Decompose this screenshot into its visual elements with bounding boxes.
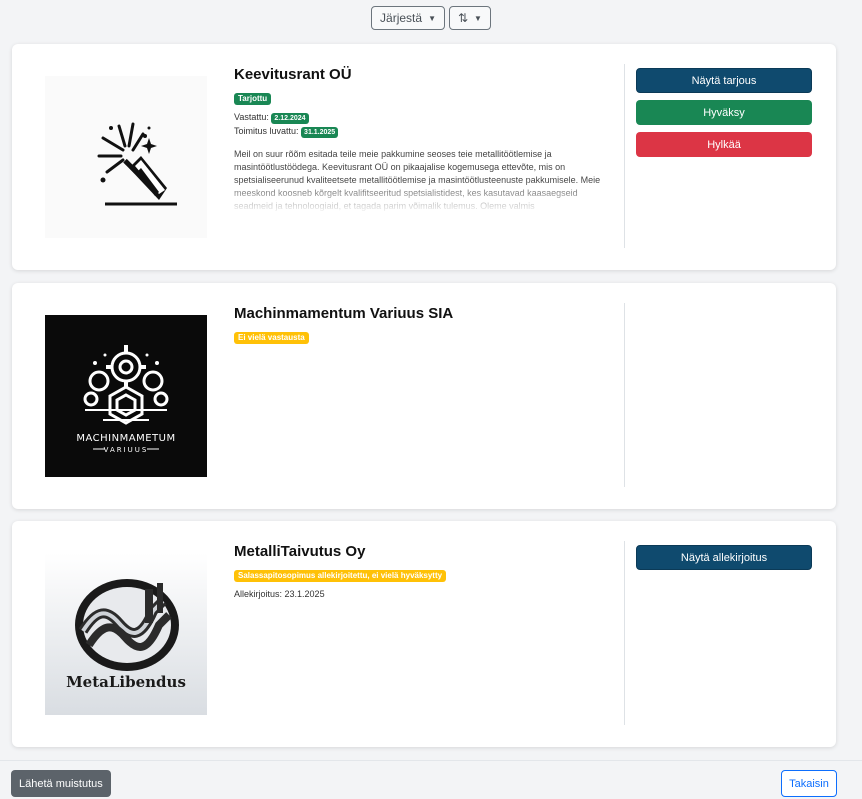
logo-text: MetaLibendus xyxy=(66,673,186,691)
logo-subtext: VARIUUS xyxy=(104,446,149,454)
company-logo: MetaLibendus xyxy=(45,553,207,715)
card-divider xyxy=(624,541,625,725)
offer-meta: Vastattu: 2.12.2024 Toimitus luvattu: 31… xyxy=(234,110,606,138)
sort-arrows-icon: ⇅ xyxy=(457,11,469,25)
page: Järjestä ▼ ⇅ ▼ Keevitusrant OÜ Tarjottu … xyxy=(0,0,862,799)
card-body: Machinmamentum Variuus SIA Ei vielä vast… xyxy=(234,305,606,345)
card-body: Keevitusrant OÜ Tarjottu Vastattu: 2.12.… xyxy=(234,66,606,214)
caret-down-icon: ▼ xyxy=(428,13,436,23)
footer-divider xyxy=(0,760,862,761)
company-logo: MACHINMAMETUM VARIUUS xyxy=(45,315,207,477)
signed-meta: Allekirjoitus: 23.1.2025 xyxy=(234,587,606,601)
caret-down-icon: ▼ xyxy=(474,13,482,23)
sort-label: Järjestä xyxy=(380,11,423,25)
sort-dropdown-button[interactable]: Järjestä ▼ xyxy=(371,6,445,30)
offer-card: MetaLibendus MetalliTaivutus Oy Salassap… xyxy=(12,521,836,747)
card-actions: Näytä tarjous Hyväksy Hylkää xyxy=(636,68,812,157)
offer-description: Meil on suur rõõm esitada teile meie pak… xyxy=(234,148,606,214)
company-name: Keevitusrant OÜ xyxy=(234,66,352,83)
signed-label: Allekirjoitus: xyxy=(234,589,283,599)
signed-date: 23.1.2025 xyxy=(284,589,325,599)
back-button[interactable]: Takaisin xyxy=(781,770,837,797)
delivery-date-badge: 31.1.2025 xyxy=(301,127,339,138)
delivery-label: Toimitus luvattu: xyxy=(234,126,299,136)
reject-button[interactable]: Hylkää xyxy=(636,132,812,157)
company-logo xyxy=(45,76,207,238)
status-badge: Salassapitosopimus allekirjoitettu, ei v… xyxy=(234,570,447,582)
card-body: MetalliTaivutus Oy Salassapitosopimus al… xyxy=(234,543,606,601)
metal-bend-logo-icon: MetaLibendus xyxy=(66,579,186,691)
accept-button[interactable]: Hyväksy xyxy=(636,100,812,125)
replied-label: Vastattu: xyxy=(234,112,269,122)
card-actions: Näytä allekirjoitus xyxy=(636,545,812,570)
welding-torch-icon xyxy=(97,122,177,206)
offer-card: Keevitusrant OÜ Tarjottu Vastattu: 2.12.… xyxy=(12,44,836,270)
replied-date-badge: 2.12.2024 xyxy=(271,113,309,124)
card-divider xyxy=(624,64,625,248)
logo-text: MACHINMAMETUM xyxy=(76,433,175,444)
show-signature-button[interactable]: Näytä allekirjoitus xyxy=(636,545,812,570)
company-name: MetalliTaivutus Oy xyxy=(234,543,366,560)
company-name: Machinmamentum Variuus SIA xyxy=(234,305,454,322)
gears-logo-icon: MACHINMAMETUM VARIUUS xyxy=(76,345,175,454)
card-divider xyxy=(624,303,625,487)
show-offer-button[interactable]: Näytä tarjous xyxy=(636,68,812,93)
sort-order-button[interactable]: ⇅ ▼ xyxy=(448,6,491,30)
status-badge: Tarjottu xyxy=(234,93,272,105)
status-badge: Ei vielä vastausta xyxy=(234,332,309,344)
offer-card: MACHINMAMETUM VARIUUS Machinmamentum Var… xyxy=(12,283,836,509)
sort-toolbar: Järjestä ▼ ⇅ ▼ xyxy=(0,6,862,30)
send-reminder-button[interactable]: Lähetä muistutus xyxy=(11,770,111,797)
